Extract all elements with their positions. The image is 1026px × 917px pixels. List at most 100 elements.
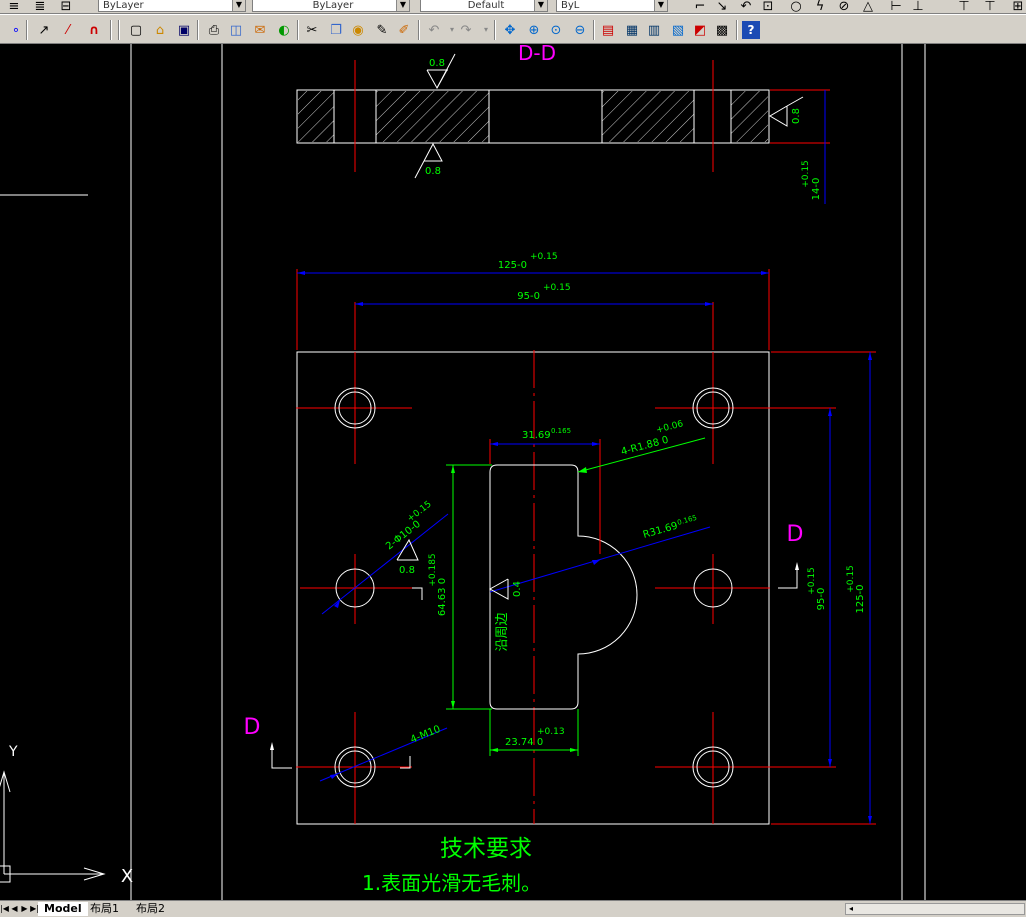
section-hatch [731,91,768,142]
layer-combo-value: ByLayer [103,0,144,11]
cut-icon[interactable]: ✂ [302,20,322,40]
chevron-down-icon[interactable]: ▼ [534,0,547,11]
tab-model[interactable]: Model [38,902,88,916]
designcenter-icon[interactable]: ▦ [622,20,642,40]
publish-icon[interactable]: ✉ [250,20,270,40]
3d-dwf-icon[interactable]: ◐ [274,20,294,40]
preview-icon[interactable]: ◫ [226,20,246,40]
chevron-down-icon[interactable]: ▼ [232,0,245,11]
chevron-down-icon[interactable]: ▼ [396,0,409,11]
rectangle-icon[interactable]: ⊡ [758,0,778,13]
toolbar-separator [494,20,496,40]
sheet-set-icon[interactable]: ▧ [668,20,688,40]
dimension-arrow [868,352,872,360]
ortho-icon[interactable]: ⁄ [58,20,78,40]
match-properties-icon[interactable]: ✐ [394,20,414,40]
toolbar-separator [26,20,28,40]
height-95-dim: 95-0 [816,588,827,611]
open-icon[interactable]: ⌂ [150,20,170,40]
roughness-symbol [769,105,788,127]
snap-icon[interactable]: ∘ [6,20,26,40]
triangle-icon[interactable]: △ [858,0,878,13]
dim-baseline-icon[interactable]: ⊤ [954,0,974,13]
section-arrow [795,562,799,570]
undo-icon[interactable]: ↶ [424,20,444,40]
section-hatch [602,91,694,142]
height-95-lower: -0 [816,588,827,598]
width-95-value: 95 [517,291,530,302]
save-icon[interactable]: ▣ [174,20,194,40]
linetype-combo[interactable]: ByLayer ▼ [252,0,410,12]
thickness-dim-value: 14 [811,188,822,201]
width-95-upper: +0.15 [543,283,571,293]
tab-layout2[interactable]: 布局2 [130,902,171,916]
dim-linear-icon[interactable]: ⊢ [886,0,906,13]
dim-aligned-icon[interactable]: ⊥ [908,0,928,13]
section-marker-left: D [244,715,261,740]
zoom-realtime-icon[interactable]: ⊕ [524,20,544,40]
hole-dim-upper: +0.15 [406,499,434,524]
along-edge-note: 沿周边 [495,612,510,651]
help-icon[interactable]: ? [742,21,760,39]
copy-icon[interactable]: ❐ [326,20,346,40]
polar-icon[interactable]: ↗ [34,20,54,40]
chevron-down-icon[interactable]: ▼ [654,0,667,11]
layer-combo[interactable]: ByLayer ▼ [98,0,246,12]
pan-icon[interactable]: ✥ [500,20,520,40]
height-125-lower: -0 [855,584,866,594]
line-icon[interactable]: ⌐ [690,0,710,13]
slot-bottom-lower: 0 [537,737,543,748]
spline-icon[interactable]: ϟ [810,0,830,13]
arc-icon[interactable]: ↶ [736,0,756,13]
dim-style-icon[interactable]: ⊞ [1008,0,1026,13]
corner-radius-lower: 0 [661,435,670,447]
plotstyle-combo-value: ByL [561,0,580,11]
polyline-icon[interactable]: ↘ [712,0,732,13]
width-125-lower: -0 [517,260,527,271]
dim-continue-icon[interactable]: ⊤ [980,0,1000,13]
tab-prev-icon[interactable]: ◀ [10,902,19,915]
tab-next-icon[interactable]: ▶ [20,902,29,915]
thickness-dim: 14-0 [811,178,822,201]
ellipse-icon[interactable]: ⊘ [834,0,854,13]
layer-state-icon[interactable]: ≣ [30,0,50,13]
toolbar-separator [297,20,299,40]
scroll-left-icon[interactable]: ◂ [846,904,856,914]
tab-first-icon[interactable]: |◀ [0,902,9,915]
circle-icon[interactable]: ○ [786,0,806,13]
tab-layout1[interactable]: 布局1 [84,902,125,916]
chevron-down-icon[interactable]: ▾ [476,20,496,40]
zoom-window-icon[interactable]: ⊙ [546,20,566,40]
new-icon[interactable]: ▢ [126,20,146,40]
height-95-value: 95 [816,598,827,611]
print-icon[interactable]: ⎙ [204,20,224,40]
layer-manager-icon[interactable]: ≡ [4,0,24,13]
dimension-arrow [828,759,832,767]
brush-icon[interactable]: ✎ [372,20,392,40]
lineweight-combo[interactable]: Default ▼ [420,0,548,12]
roughness-symbol [423,142,443,162]
toolbar-separator [418,20,420,40]
magnet-icon[interactable]: ∩ [84,20,104,40]
dimension-arrow [490,748,498,752]
section-title: D-D [518,44,556,65]
drawing-canvas[interactable]: D-D 0.8 0.8 0.8 14-0 +0.15 125-0 +0.15 9… [0,44,1026,900]
redo-icon[interactable]: ↷ [456,20,476,40]
properties-icon[interactable]: ▤ [598,20,618,40]
plotstyle-combo[interactable]: ByL ▼ [556,0,668,12]
roughness-value: 0.8 [399,565,415,576]
horizontal-scrollbar[interactable]: ◂ [845,903,1025,915]
dimension-arrow [592,442,600,446]
tool-palette-icon[interactable]: ▥ [644,20,664,40]
dimension-arrow [490,442,498,446]
slot-height-lower: 0 [437,578,448,584]
height-125-value: 125 [855,594,866,613]
markup-icon[interactable]: ◩ [690,20,710,40]
calculator-icon[interactable]: ▩ [712,20,732,40]
zoom-previous-icon[interactable]: ⊖ [570,20,590,40]
slot-height-dim: 64.63 0 [437,578,448,616]
layer-previous-icon[interactable]: ⊟ [56,0,76,13]
paste-icon[interactable]: ◉ [348,20,368,40]
thickness-dim-upper: +0.15 [801,160,811,188]
ucs-y-label: Y [8,744,18,760]
